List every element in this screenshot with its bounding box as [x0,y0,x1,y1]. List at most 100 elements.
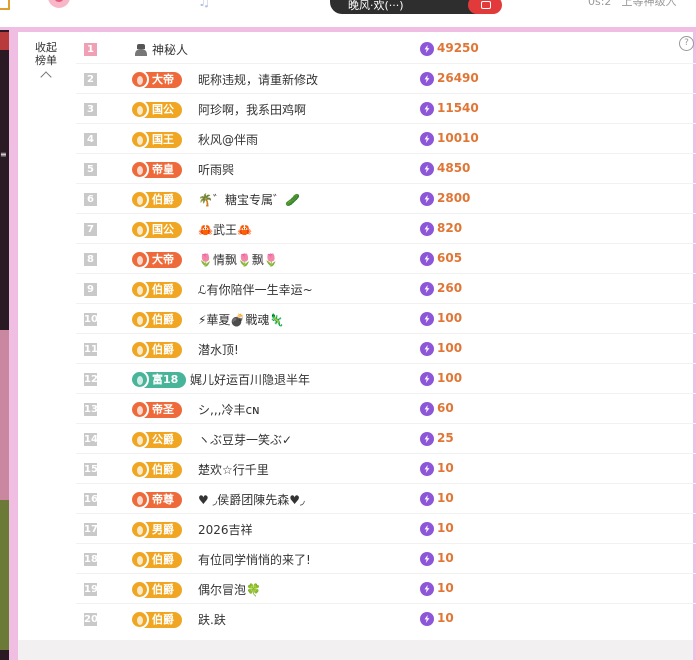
user-name[interactable]: 🌴゛糖宝专属゛🥒 [198,191,300,208]
ranking-panel: 收起 榜单 ? 1 神秘人 49250 2 大帝 昵称违规，请重新修改 26490 3 国公 阿珍… [9,30,696,660]
contribution-value: 10 [437,611,454,625]
user-name[interactable]: 🌷情飘🌷飘🌷 [198,251,279,268]
collapse-label-line1: 收起 [35,41,57,54]
user-name[interactable]: 秋风@伴雨 [198,131,258,148]
rank-number: 20 [84,613,98,626]
rank-number: 15 [84,463,98,476]
rank-number: 19 [84,583,98,596]
lightning-icon [420,492,434,506]
top-bar: ♫ 晚风·欢(···) 0s:2 ' 上等神级入 [0,0,696,30]
contribution-value: 260 [437,281,463,295]
lightning-icon [420,552,434,566]
noble-badge[interactable]: 伯爵 [130,460,182,479]
ranking-row[interactable]: 19 伯爵 偶尔冒泡🍀 10 [76,574,696,604]
user-name[interactable]: 趺.趺 [198,611,226,628]
ranking-row[interactable]: 10 伯爵 ⚡華夏💣戰魂🦎 100 [76,304,696,334]
noble-badge[interactable]: 大帝 [130,250,182,269]
ranking-row[interactable]: 18 伯爵 有位同学悄悄的来了! 10 [76,544,696,574]
ranking-row[interactable]: 8 大帝 🌷情飘🌷飘🌷 605 [76,244,696,274]
ranking-row[interactable]: 13 帝圣 シ,,,冷丰ᴄɴ 60 [76,394,696,424]
noble-badge[interactable]: 帝尊 [130,490,182,509]
noble-badge[interactable]: 大帝 [130,70,182,89]
noble-badge[interactable]: 伯爵 [130,310,182,329]
rank-number: 16 [84,493,98,506]
contribution-value: 10 [437,461,454,475]
lightning-icon [420,432,434,446]
noble-badge[interactable]: 富18 [129,370,187,389]
rank-number: 12 [84,373,98,386]
expand-corner-icon[interactable] [0,0,10,10]
lightning-icon [420,312,434,326]
rank-number: 8 [84,253,97,266]
ranking-row[interactable]: 9 伯爵 ℒ有你陪伴一生幸运~ 260 [76,274,696,304]
mystery-user-icon [134,44,148,56]
lightning-icon [420,522,434,536]
user-name[interactable]: 有位同学悄悄的来了! [198,551,311,568]
ranking-row[interactable]: 6 伯爵 🌴゛糖宝专属゛🥒 2800 [76,184,696,214]
noble-badge[interactable]: 国公 [130,220,182,239]
user-name[interactable]: ⚡華夏💣戰魂🦎 [198,311,284,328]
ranking-row[interactable]: 7 国公 🦀武王🦀 820 [76,214,696,244]
rank-number: 5 [84,163,97,176]
rank-number: 17 [84,523,98,536]
ranking-row[interactable]: 15 伯爵 楚欢☆行千里 10 [76,454,696,484]
gift-icon[interactable] [468,0,502,14]
user-name[interactable]: ヽぶ豆芽一笑ぶ✓ [198,431,292,448]
ranking-row[interactable]: 3 国公 阿珍啊，我系田鸡啊 11540 [76,94,696,124]
ranking-row[interactable]: 2 大帝 昵称违规，请重新修改 26490 [76,64,696,94]
contribution-value: 10 [437,521,454,535]
ranking-row[interactable]: 16 帝尊 ♥ ◞侯爵团陳先森♥◞ 10 [76,484,696,514]
user-name[interactable]: 楚欢☆行千里 [198,461,269,478]
user-name[interactable]: 2026吉祥 [198,521,253,538]
user-name[interactable]: ♥ ◞侯爵团陳先森♥◞ [198,491,305,508]
user-name[interactable]: 🦀武王🦀 [198,221,252,238]
contribution-value: 60 [437,401,454,415]
rank-number: 18 [84,553,98,566]
user-name[interactable]: 昵称违规，请重新修改 [198,71,318,88]
left-edge-glyph: ≡ [0,150,7,159]
user-name[interactable]: 阿珍啊，我系田鸡啊 [198,101,306,118]
noble-badge[interactable]: 伯爵 [130,610,182,629]
collapse-ranking-button[interactable]: 收起 榜单 [30,41,62,83]
heart-badge-icon[interactable] [48,0,70,8]
user-name[interactable]: ℒ有你陪伴一生幸运~ [198,281,313,298]
noble-badge[interactable]: 国王 [130,130,182,149]
noble-badge[interactable]: 伯爵 [130,190,182,209]
ranking-row[interactable]: 12 富18 娓儿好运百川隐退半年 100 [76,364,696,394]
noble-badge[interactable]: 伯爵 [130,550,182,569]
ranking-row[interactable]: 17 男爵 2026吉祥 10 [76,514,696,544]
contribution-value: 100 [437,311,463,325]
user-name[interactable]: 听雨巺 [198,161,234,178]
user-name[interactable]: 神秘人 [152,41,188,58]
noble-badge[interactable]: 伯爵 [130,280,182,299]
noble-badge[interactable]: 国公 [130,100,182,119]
lightning-icon [420,282,434,296]
top-center-button[interactable]: 晚风·欢(···) [330,0,490,14]
lightning-icon [420,252,434,266]
ranking-row[interactable]: 1 神秘人 49250 [76,34,696,64]
chevron-up-icon [40,71,52,83]
ranking-row[interactable]: 20 伯爵 趺.趺 10 [76,604,696,634]
collapse-label-line2: 榜单 [35,54,57,67]
contribution-value: 11540 [437,101,479,115]
noble-badge[interactable]: 伯爵 [130,340,182,359]
rank-number: 10 [84,313,98,326]
contribution-value: 4850 [437,161,471,175]
contribution-value: 10 [437,581,454,595]
ranking-row[interactable]: 14 公爵 ヽぶ豆芽一笑ぶ✓ 25 [76,424,696,454]
contribution-value: 10010 [437,131,479,145]
user-name[interactable]: シ,,,冷丰ᴄɴ [198,401,260,418]
contribution-value: 100 [437,371,463,385]
user-name[interactable]: 娓儿好运百川隐退半年 [190,371,310,388]
ranking-row[interactable]: 11 伯爵 潜水顶! 100 [76,334,696,364]
noble-badge[interactable]: 帝圣 [130,400,182,419]
ranking-row[interactable]: 5 帝皇 听雨巺 4850 [76,154,696,184]
ranking-row[interactable]: 4 国王 秋风@伴雨 10010 [76,124,696,154]
noble-badge[interactable]: 公爵 [130,430,182,449]
noble-badge[interactable]: 帝皇 [130,160,182,179]
noble-badge[interactable]: 伯爵 [130,580,182,599]
user-name[interactable]: 潜水顶! [198,341,239,358]
user-name[interactable]: 偶尔冒泡🍀 [198,581,261,598]
noble-badge[interactable]: 男爵 [130,520,182,539]
lightning-icon [420,192,434,206]
